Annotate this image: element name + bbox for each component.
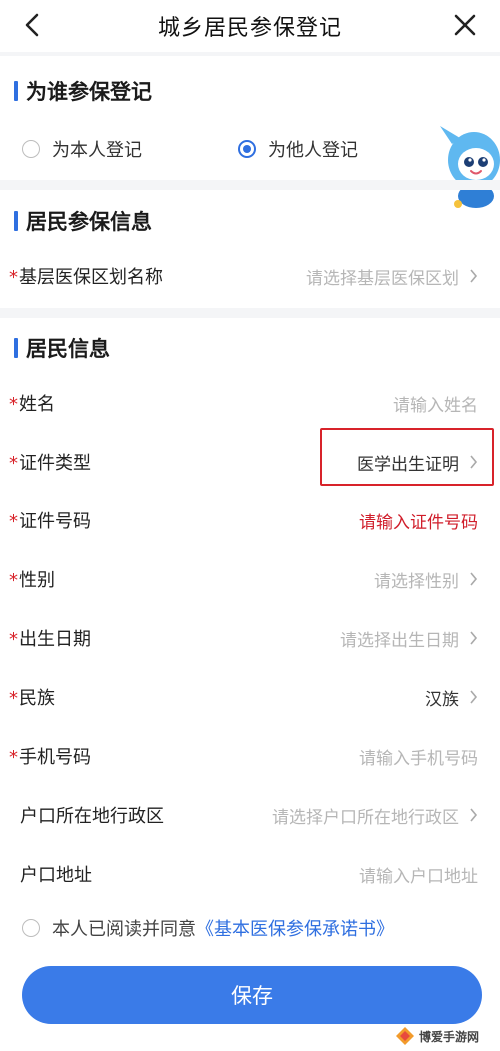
- required-mark: *: [9, 394, 18, 415]
- field-label-text: 民族: [19, 688, 55, 709]
- field-label-text: 姓名: [19, 394, 55, 415]
- field-label: *性别: [9, 566, 55, 592]
- select-placeholder: 请选择基层医保区划: [306, 268, 459, 289]
- field-label: 户口地址: [20, 861, 92, 887]
- form-row-birth-date[interactable]: *出生日期 请选择出生日期: [0, 618, 500, 658]
- required-mark: *: [9, 747, 18, 768]
- agreement-link[interactable]: 《基本医保参保承诺书》: [196, 915, 394, 941]
- required-mark: *: [9, 453, 18, 474]
- field-label: *民族: [9, 684, 55, 710]
- field-label-text: 户口所在地行政区: [20, 806, 164, 827]
- radio-register-other[interactable]: 为他人登记: [238, 136, 358, 162]
- chevron-right-icon: [470, 455, 478, 469]
- watermark-text: 博爱手游网: [419, 1029, 480, 1044]
- input-placeholder: 请输入手机号码: [359, 748, 478, 769]
- form-row-id-type[interactable]: *证件类型 医学出生证明: [0, 442, 500, 482]
- close-icon[interactable]: [450, 10, 480, 40]
- watermark-logo-icon: [396, 1027, 414, 1045]
- section-title-text: 居民参保信息: [26, 210, 152, 234]
- required-mark: *: [9, 629, 18, 650]
- chevron-right-icon: [470, 808, 478, 822]
- household-address-input[interactable]: 请输入户口地址: [359, 862, 478, 887]
- select-gender[interactable]: 请选择性别: [374, 567, 478, 592]
- section-title-text: 居民信息: [26, 337, 110, 361]
- form-row-household-address[interactable]: 户口地址 请输入户口地址: [0, 854, 500, 894]
- field-label-text: 性别: [19, 570, 55, 591]
- form-row-phone[interactable]: *手机号码 请输入手机号码: [0, 736, 500, 776]
- radio-label: 为本人登记: [52, 140, 142, 161]
- required-mark: *: [9, 267, 18, 288]
- field-label-text: 户口地址: [20, 865, 92, 886]
- select-household-region[interactable]: 请选择户口所在地行政区: [272, 803, 478, 828]
- input-placeholder: 请输入姓名: [393, 395, 478, 416]
- section-title-text: 为谁参保登记: [26, 80, 152, 104]
- section-accent-bar: [14, 211, 18, 231]
- section-gap: [0, 308, 500, 318]
- section-title-insurance: 居民参保信息: [14, 206, 152, 236]
- chevron-left-icon[interactable]: [18, 10, 46, 40]
- form-row-medical-district[interactable]: *基层医保区划名称 请选择基层医保区划: [0, 256, 500, 296]
- radio-label: 为他人登记: [268, 140, 358, 161]
- form-row-ethnicity[interactable]: *民族 汉族: [0, 677, 500, 717]
- section-gap: [0, 180, 500, 190]
- select-birth-date[interactable]: 请选择出生日期: [340, 626, 478, 651]
- id-number-input[interactable]: 请输入证件号码: [359, 508, 478, 533]
- save-button[interactable]: 保存: [22, 966, 482, 1024]
- radio-register-self[interactable]: 为本人登记: [22, 136, 142, 162]
- required-mark: *: [9, 511, 18, 532]
- field-label: *手机号码: [9, 743, 91, 769]
- chevron-right-icon: [470, 631, 478, 645]
- chevron-right-icon: [470, 269, 478, 283]
- agreement-text: 本人已阅读并同意: [52, 919, 196, 940]
- page-title: 城乡居民参保登记: [157, 16, 342, 41]
- field-label: *证件类型: [9, 449, 91, 475]
- field-label: *证件号码: [9, 507, 91, 533]
- radio-button[interactable]: [22, 140, 40, 158]
- field-label-text: 基层医保区划名称: [19, 267, 163, 288]
- form-row-household-region[interactable]: 户口所在地行政区 请选择户口所在地行政区: [0, 795, 500, 835]
- select-placeholder: 请选择性别: [374, 571, 459, 592]
- select-placeholder: 请选择户口所在地行政区: [272, 807, 459, 828]
- section-accent-bar: [14, 81, 18, 101]
- section-accent-bar: [14, 338, 18, 358]
- field-label-text: 出生日期: [19, 629, 91, 650]
- select-value: 医学出生证明: [357, 454, 459, 475]
- select-medical-district[interactable]: 请选择基层医保区划: [306, 264, 478, 289]
- field-label: *姓名: [9, 390, 55, 416]
- field-label: *基层医保区划名称: [9, 263, 163, 289]
- field-label-text: 手机号码: [19, 747, 91, 768]
- input-placeholder: 请输入证件号码: [359, 512, 478, 533]
- select-id-type[interactable]: 医学出生证明: [357, 450, 478, 475]
- mascot-illustration: [440, 126, 500, 208]
- form-row-id-number[interactable]: *证件号码 请输入证件号码: [0, 500, 500, 540]
- section-title-resident: 居民信息: [14, 333, 110, 363]
- watermark: 博爱手游网: [395, 1024, 495, 1048]
- required-mark: *: [9, 570, 18, 591]
- chevron-right-icon: [470, 572, 478, 586]
- form-row-gender[interactable]: *性别 请选择性别: [0, 559, 500, 599]
- field-label-text: 证件号码: [19, 511, 91, 532]
- input-placeholder: 请输入户口地址: [359, 866, 478, 887]
- select-ethnicity[interactable]: 汉族: [425, 685, 478, 710]
- name-input[interactable]: 请输入姓名: [393, 391, 478, 416]
- section-title-register: 为谁参保登记: [14, 76, 152, 106]
- chevron-right-icon: [470, 690, 478, 704]
- phone-input[interactable]: 请输入手机号码: [359, 744, 478, 769]
- radio-button-selected[interactable]: [238, 140, 256, 158]
- divider: [0, 52, 500, 56]
- top-bar: 城乡居民参保登记: [0, 0, 500, 52]
- field-label-text: 证件类型: [19, 453, 91, 474]
- form-row-name[interactable]: *姓名 请输入姓名: [0, 383, 500, 423]
- agreement-row[interactable]: 本人已阅读并同意 《基本医保参保承诺书》: [22, 915, 394, 941]
- field-label: *出生日期: [9, 625, 91, 651]
- select-placeholder: 请选择出生日期: [340, 630, 459, 651]
- field-label: 户口所在地行政区: [20, 802, 164, 828]
- agreement-checkbox[interactable]: [22, 919, 40, 937]
- required-mark: *: [9, 688, 18, 709]
- select-value: 汉族: [425, 689, 459, 710]
